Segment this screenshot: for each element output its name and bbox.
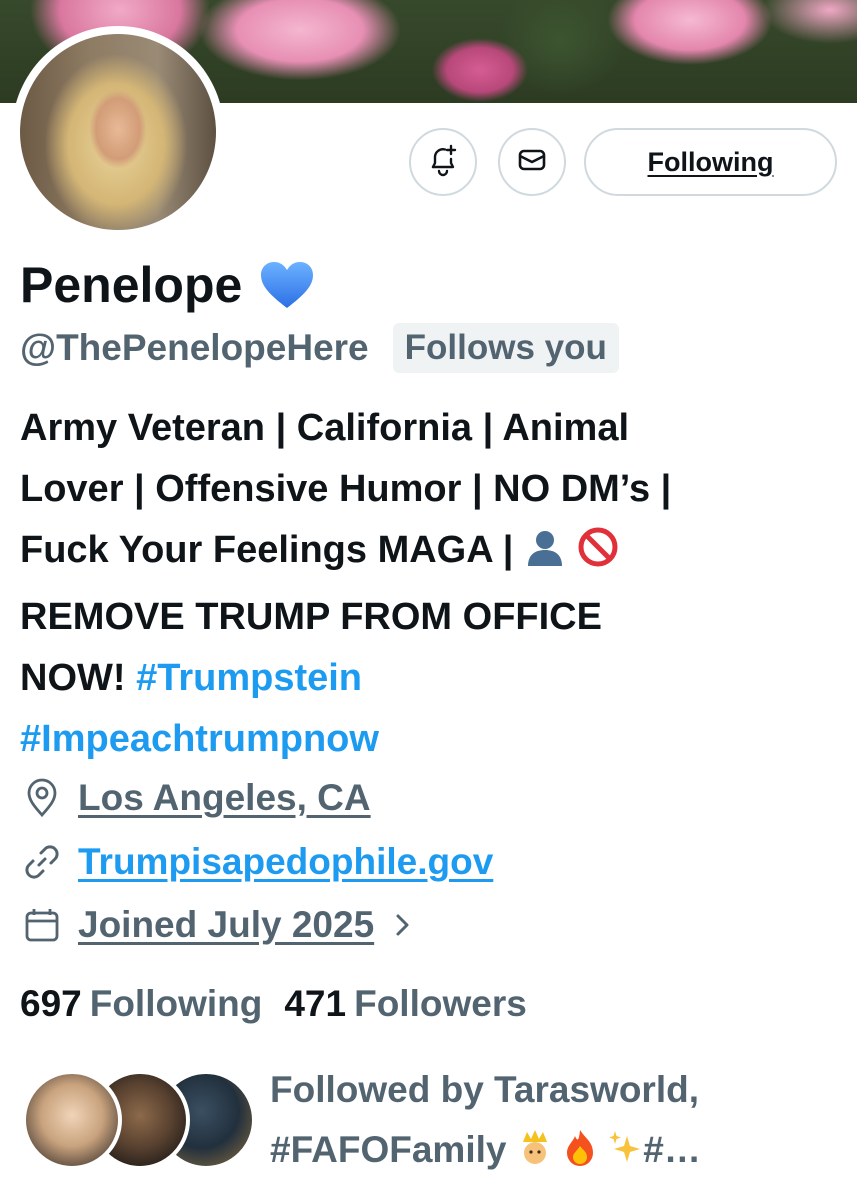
calendar-icon	[20, 903, 64, 947]
message-button[interactable]	[498, 128, 566, 196]
handle-row: @ThePenelopeHere Follows you	[20, 322, 619, 374]
following-label: Following	[89, 983, 263, 1024]
stats-row: 697 Following 471 Followers	[20, 978, 527, 1030]
bio-line: Fuck Your Feelings MAGA |	[20, 520, 820, 587]
website-link[interactable]: Trumpisapedophile.gov	[78, 841, 493, 883]
followed-by-text: Followed by Tarasworld, #FAFOFamily #…	[270, 1060, 830, 1186]
followed-by-section[interactable]: Followed by Tarasworld, #FAFOFamily #…	[22, 1060, 837, 1180]
display-name-text: Penelope	[20, 257, 243, 313]
followers-label: Followers	[354, 983, 527, 1024]
location-pin-icon	[20, 776, 64, 820]
bio-line: #Impeachtrumpnow	[20, 709, 820, 770]
follower-avatar	[22, 1070, 122, 1170]
fire-emoji-icon	[563, 1126, 597, 1186]
website-row: Trumpisapedophile.gov	[20, 836, 493, 888]
bio: Army Veteran | California | Animal Lover…	[20, 398, 820, 770]
following-button[interactable]: Following	[584, 128, 837, 196]
king-emoji-icon	[517, 1126, 553, 1186]
sparkles-emoji-icon	[607, 1126, 643, 1186]
following-stat[interactable]: 697 Following	[20, 983, 262, 1025]
handle: @ThePenelopeHere	[20, 327, 369, 368]
hashtag-link[interactable]: #Trumpstein	[136, 657, 362, 699]
hashtag-link[interactable]: #Impeachtrumpnow	[20, 718, 379, 760]
bio-line: NOW! #Trumpstein	[20, 657, 363, 699]
profile-avatar[interactable]	[12, 26, 224, 238]
location-text[interactable]: Los Angeles, CA	[78, 777, 371, 819]
followers-count: 471	[284, 983, 347, 1024]
prohibited-icon	[577, 526, 619, 587]
bio-line: Lover | Offensive Humor | NO DM’s |	[20, 468, 672, 510]
bell-plus-icon	[425, 142, 461, 183]
chevron-right-icon[interactable]	[392, 910, 414, 940]
joined-date[interactable]: Joined July 2025	[78, 904, 374, 946]
link-icon	[20, 840, 64, 884]
bio-line: REMOVE TRUMP FROM OFFICE	[20, 596, 602, 638]
follows-you-badge: Follows you	[392, 323, 619, 373]
display-name: Penelope	[20, 253, 316, 317]
location-row: Los Angeles, CA	[20, 772, 371, 824]
envelope-icon	[515, 143, 549, 182]
notify-button[interactable]	[409, 128, 477, 196]
joined-row: Joined July 2025	[20, 899, 414, 951]
following-count: 697	[20, 983, 82, 1024]
avatar-photo	[20, 34, 216, 230]
bio-line: Army Veteran | California | Animal	[20, 407, 630, 449]
followers-stat[interactable]: 471 Followers	[284, 983, 526, 1025]
blue-heart-icon	[258, 259, 316, 311]
silhouette-icon	[524, 526, 566, 587]
